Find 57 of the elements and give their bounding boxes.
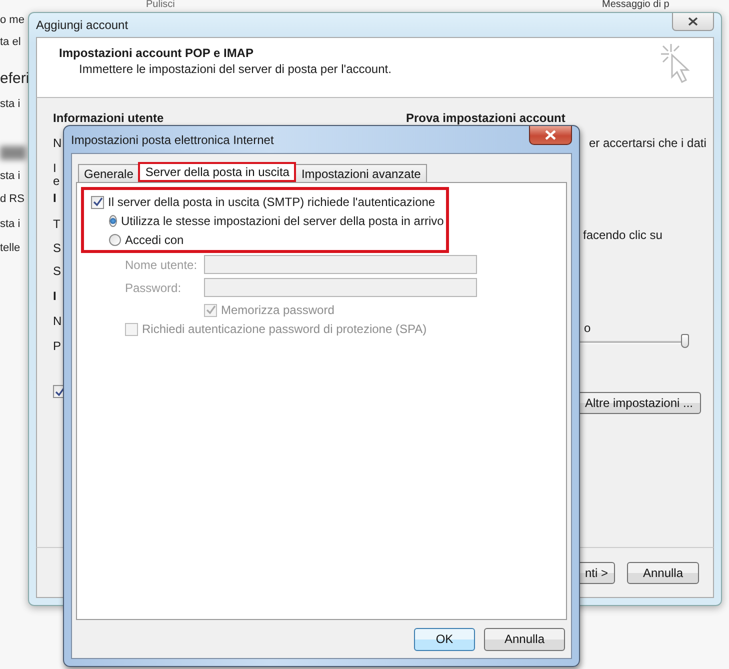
more-settings-button[interactable]: Altre impostazioni ... [577,392,701,414]
background-text: d RS [0,193,24,206]
slider-thumb[interactable] [681,334,689,348]
close-button[interactable] [529,126,572,145]
close-icon [688,17,698,26]
background-text: sta i [0,170,20,183]
background-text: ta el [0,36,21,49]
field-label: N [53,136,62,150]
background-text: sta i [0,218,20,231]
field-label: Nome utente: [125,258,198,272]
blurred-item [0,146,26,160]
tab[interactable]: Impostazioni avanzate [295,164,427,182]
section-heading: Prova impostazioni account [406,111,566,125]
background-text: eferi [0,70,30,88]
radio-label: Accedi con [125,233,184,247]
field-label: S [53,241,62,255]
toolbar-text: Pulisci [146,0,175,11]
dialog-button[interactable]: OK [414,628,475,650]
background-text: o me [0,14,24,27]
radio-button[interactable] [109,215,117,227]
check-icon [54,386,64,396]
window-title: Impostazioni posta elettronica Internet [71,133,274,147]
input-field[interactable] [204,255,477,274]
close-icon [545,130,556,140]
tab[interactable]: Generale [78,164,140,182]
window-title: Aggiungi account [36,18,128,32]
checkbox[interactable] [91,196,104,208]
background-text: telle [0,242,20,255]
section-heading: Informazioni utente [53,111,164,125]
check-icon [206,305,216,315]
checkbox-label: Richiedi autenticazione password di protezione (SPA) [142,322,427,336]
description-text: er accertarsi che i dati [589,136,706,150]
field-label: e [53,174,60,188]
dialog-button[interactable]: Annulla [627,562,699,584]
field-label: P [53,339,62,353]
checkbox-label: Memorizza password [221,303,334,317]
description-text: facendo clic su [583,228,662,242]
input-field[interactable] [204,278,477,297]
field-label: T [53,217,60,231]
background-text: sta i [0,98,20,111]
checkbox-label: Il server della posta in uscita (SMTP) richiede l'autenticazione [108,195,436,209]
description-text: o [584,321,591,335]
close-button[interactable] [672,13,714,31]
dialog-heading: Impostazioni account POP e IMAP [59,46,254,60]
tab[interactable]: Server della posta in uscita [138,162,296,182]
dialog-subheading: Immettere le impostazioni del server di posta per l'account. [78,62,392,76]
radio-button[interactable] [109,234,121,246]
toolbar-text: Messaggio di p [602,0,670,11]
field-label: I [53,161,56,175]
field-label: S [53,264,62,278]
field-label: I [53,191,56,205]
field-label: I [53,289,56,303]
dialog-button[interactable]: Annulla [484,628,565,650]
field-label: Password: [125,280,182,294]
field-label: N [53,314,62,328]
check-icon [92,197,102,207]
radio-label: Utilizza le stesse impostazioni del server della posta in arrivo [121,214,444,228]
